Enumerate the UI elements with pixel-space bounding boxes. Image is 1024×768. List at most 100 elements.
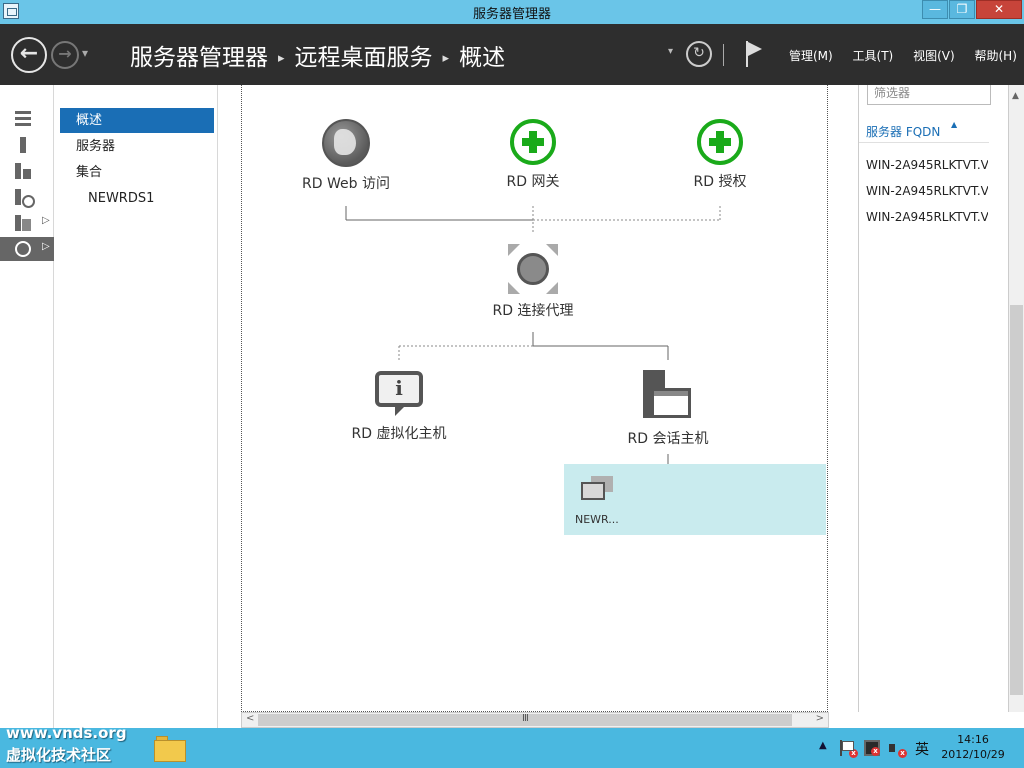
- rd-licensing-node[interactable]: RD 授权: [640, 119, 800, 191]
- nav-item-newrds1[interactable]: NEWRDS1: [60, 186, 214, 211]
- breadcrumb-separator-icon: ▸: [442, 51, 450, 66]
- file-explorer-folder-icon[interactable]: [154, 734, 186, 762]
- breadcrumb-separator-icon: ▸: [278, 51, 285, 66]
- info-icon: i: [375, 371, 423, 416]
- minimize-button[interactable]: —: [922, 0, 948, 19]
- sidebar-item-all-servers[interactable]: [0, 159, 54, 183]
- expand-arrow-icon[interactable]: ▷: [42, 215, 50, 226]
- globe-icon: [322, 119, 370, 167]
- table-row[interactable]: WIN-2A945RLKTVT.V: [866, 210, 988, 232]
- collection-tile-newrds1[interactable]: NEWR...: [564, 464, 826, 535]
- nav-item-collections[interactable]: 集合: [60, 160, 214, 185]
- volume-icon[interactable]: x: [889, 740, 907, 758]
- back-button[interactable]: ←: [11, 37, 47, 73]
- table-row[interactable]: WIN-2A945RLKTVT.V: [866, 158, 988, 180]
- deployment-overview-panel: RD Web 访问 RD 网关 RD 授权 RD 连接代理 i RD 虚拟化主机: [218, 85, 858, 712]
- title-bar: 服务器管理器 — ❐ ✕: [0, 0, 1024, 24]
- horizontal-scrollbar[interactable]: < Ⅲ >: [241, 712, 829, 728]
- close-button[interactable]: ✕: [976, 0, 1022, 19]
- menu-bar: 管理(M) 工具(T) 视图(V) 帮助(H): [789, 47, 1024, 64]
- breadcrumb-item-rds[interactable]: 远程桌面服务: [295, 45, 433, 71]
- taskbar: www.vnds.org 虚拟化技术社区 ▲ x x x 英 14:16 201…: [0, 724, 1024, 768]
- tray-error-icon: x: [871, 747, 880, 756]
- menu-view[interactable]: 视图(V): [913, 49, 955, 63]
- left-icon-strip: ▷ ▷: [0, 85, 54, 728]
- vertical-scroll-thumb[interactable]: [1010, 305, 1023, 695]
- session-host-server-icon: [643, 370, 693, 418]
- network-icon[interactable]: x: [864, 740, 880, 756]
- nav-item-servers[interactable]: 服务器: [60, 134, 214, 159]
- tray-error-icon: x: [898, 749, 907, 758]
- system-clock[interactable]: 14:16 2012/10/29: [940, 732, 1006, 762]
- tray-error-icon: x: [849, 749, 858, 758]
- rd-gateway-label: RD 网关: [506, 174, 560, 190]
- sidebar-item-file-storage[interactable]: [0, 185, 54, 209]
- rd-web-access-label: RD Web 访问: [302, 176, 390, 192]
- rd-virtualization-host-label: RD 虚拟化主机: [351, 426, 447, 442]
- sidebar-item-iis[interactable]: ▷: [0, 211, 54, 235]
- folder-server-icon: [15, 215, 31, 231]
- rd-web-access-node[interactable]: RD Web 访问: [266, 119, 426, 193]
- dashboard-icon: [15, 111, 31, 127]
- add-gateway-plus-icon[interactable]: [510, 119, 556, 165]
- breadcrumb-dropdown-icon[interactable]: ▾: [668, 46, 673, 57]
- servers-icon: [15, 163, 31, 179]
- rd-session-host-node[interactable]: RD 会话主机: [588, 370, 748, 448]
- column-header-label: 服务器 FQDN: [866, 125, 941, 139]
- scroll-right-icon[interactable]: >: [816, 713, 824, 724]
- nav-item-overview[interactable]: 概述: [60, 108, 214, 133]
- menu-help[interactable]: 帮助(H): [974, 49, 1016, 63]
- refresh-button[interactable]: ↻: [686, 41, 712, 67]
- rd-virtualization-host-node[interactable]: i RD 虚拟化主机: [319, 371, 479, 443]
- storage-icon: [15, 189, 35, 208]
- rd-connection-broker-node[interactable]: RD 连接代理: [453, 244, 613, 320]
- add-licensing-plus-icon[interactable]: [697, 119, 743, 165]
- header-bar: ← → ▾ 服务器管理器 ▸ 远程桌面服务 ▸ 概述 ▾ ↻ 管理(M) 工具(T) 视…: [0, 24, 1024, 85]
- rd-gateway-node[interactable]: RD 网关: [453, 119, 613, 191]
- show-hidden-icons-icon[interactable]: ▲: [819, 740, 827, 751]
- clock-date: 2012/10/29: [941, 748, 1005, 761]
- menu-tools[interactable]: 工具(T): [853, 49, 894, 63]
- menu-manage[interactable]: 管理(M): [789, 49, 833, 63]
- scroll-grip-icon: Ⅲ: [522, 713, 529, 724]
- collection-desktop-icon: [581, 476, 617, 502]
- window-title: 服务器管理器: [472, 7, 551, 22]
- scroll-up-icon[interactable]: ▲: [1012, 91, 1019, 101]
- rds-icon: [15, 241, 31, 257]
- clock-time: 14:16: [957, 733, 989, 746]
- expand-arrow-icon[interactable]: ▷: [42, 241, 50, 252]
- watermark-line1: www.vnds.org: [6, 724, 127, 742]
- filter-input[interactable]: 筛选器: [867, 85, 991, 105]
- history-dropdown-icon[interactable]: ▾: [82, 46, 88, 60]
- input-method-indicator[interactable]: 英: [915, 739, 929, 759]
- rd-connection-broker-label: RD 连接代理: [492, 303, 574, 319]
- notifications-flag-icon[interactable]: [746, 41, 764, 67]
- watermark-line2: 虚拟化技术社区: [6, 746, 112, 764]
- header-divider: [723, 44, 724, 66]
- watermark: www.vnds.org 虚拟化技术社区: [6, 722, 127, 766]
- deployment-diagram: RD Web 访问 RD 网关 RD 授权 RD 连接代理 i RD 虚拟化主机: [241, 85, 828, 712]
- scroll-left-icon[interactable]: <: [246, 713, 254, 724]
- vertical-scrollbar[interactable]: ▲: [1008, 85, 1024, 712]
- sort-ascending-icon: ▲: [951, 120, 958, 129]
- connection-broker-icon: [508, 244, 558, 294]
- window-controls: — ❐ ✕: [921, 0, 1022, 19]
- sidebar-item-remote-desktop[interactable]: ▷: [0, 237, 54, 261]
- collection-label: NEWR...: [575, 513, 619, 526]
- breadcrumb: 服务器管理器 ▸ 远程桌面服务 ▸ 概述: [130, 38, 505, 72]
- table-row[interactable]: WIN-2A945RLKTVT.V: [866, 184, 988, 206]
- sidebar-item-local-server[interactable]: [0, 133, 54, 157]
- breadcrumb-item-overview: 概述: [459, 45, 506, 71]
- forward-button[interactable]: →: [51, 41, 79, 69]
- server-icon: [20, 137, 26, 153]
- info-glyph: i: [395, 376, 403, 400]
- servers-list-panel: 筛选器 服务器 FQDN ▲ WIN-2A945RLKTVT.V WIN-2A9…: [858, 85, 1008, 712]
- restore-button[interactable]: ❐: [949, 0, 975, 19]
- navigation-pane: 概述 服务器 集合 NEWRDS1: [55, 85, 218, 728]
- action-center-flag-icon[interactable]: x: [840, 740, 858, 758]
- breadcrumb-item-server-manager[interactable]: 服务器管理器: [130, 45, 268, 71]
- rd-licensing-label: RD 授权: [693, 174, 747, 190]
- column-header-server-fqdn[interactable]: 服务器 FQDN ▲: [859, 120, 989, 143]
- rd-session-host-label: RD 会话主机: [627, 431, 709, 447]
- sidebar-item-dashboard[interactable]: [0, 107, 54, 131]
